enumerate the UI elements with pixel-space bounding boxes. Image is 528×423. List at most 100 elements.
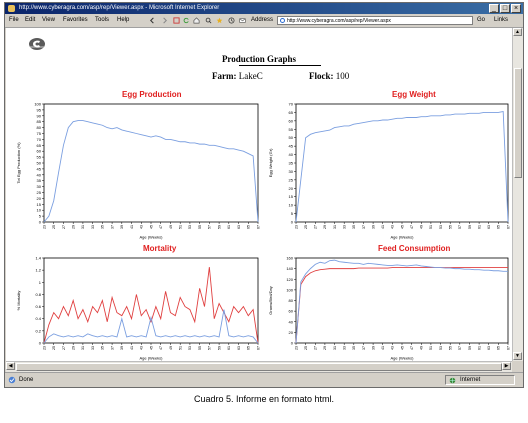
back-icon[interactable] bbox=[149, 17, 156, 24]
x-tick-label: 33 bbox=[91, 346, 95, 350]
y-tick-label: 35 bbox=[289, 161, 294, 166]
y-tick-label: 80 bbox=[37, 125, 42, 130]
vertical-scroll-thumb[interactable] bbox=[514, 68, 522, 178]
horizontal-scroll-thumb[interactable] bbox=[16, 363, 502, 371]
horizontal-scrollbar[interactable]: ◀ ▶ bbox=[6, 361, 512, 372]
address-bar[interactable]: http://www.cyberagra.com/asp/rep/Viewer.… bbox=[277, 16, 473, 25]
y-tick-label: 1 bbox=[39, 280, 42, 285]
close-button[interactable]: × bbox=[511, 4, 521, 13]
farm-value: LakeC bbox=[238, 71, 263, 81]
y-axis-label: Egg Weight (Gr) bbox=[268, 148, 273, 177]
x-tick-label: 57 bbox=[208, 225, 212, 229]
cyberagra-logo-icon bbox=[29, 38, 45, 50]
x-tick-label: 47 bbox=[410, 225, 414, 229]
x-tick-label: 47 bbox=[159, 346, 163, 350]
farm-info: Farm: LakeC bbox=[212, 71, 263, 81]
x-tick-label: 31 bbox=[81, 346, 85, 350]
home-icon[interactable] bbox=[193, 17, 200, 24]
x-tick-label: 41 bbox=[130, 346, 134, 350]
maximize-button[interactable]: □ bbox=[500, 4, 510, 13]
menu-file[interactable]: File bbox=[9, 14, 19, 27]
forward-icon[interactable] bbox=[161, 17, 168, 24]
x-tick-label: 27 bbox=[62, 225, 66, 229]
x-tick-label: 45 bbox=[149, 225, 153, 229]
y-tick-label: 100 bbox=[34, 102, 41, 107]
y-tick-label: 20 bbox=[289, 186, 294, 191]
y-tick-label: 0 bbox=[39, 341, 42, 346]
x-tick-label: 51 bbox=[178, 225, 182, 229]
menu-edit[interactable]: Edit bbox=[25, 14, 35, 27]
farm-label: Farm: bbox=[212, 71, 237, 81]
x-tick-label: 67 bbox=[506, 346, 510, 350]
toolbar: File Edit View Favorites Tools Help Addr… bbox=[5, 14, 523, 28]
chart-title-egg-weight: Egg Weight bbox=[392, 90, 436, 99]
x-tick-label: 47 bbox=[410, 346, 414, 350]
scroll-up-icon[interactable]: ▲ bbox=[513, 28, 522, 36]
scroll-right-icon[interactable]: ▶ bbox=[502, 362, 511, 370]
x-tick-label: 39 bbox=[371, 346, 375, 350]
x-tick-label: 49 bbox=[420, 225, 424, 229]
y-tick-label: 80 bbox=[289, 298, 294, 303]
zone-text: Internet bbox=[460, 377, 481, 383]
menu-view[interactable]: View bbox=[42, 14, 55, 27]
links-label[interactable]: Links bbox=[494, 14, 508, 27]
y-tick-label: 45 bbox=[289, 144, 294, 149]
x-tick-label: 41 bbox=[381, 225, 385, 229]
x-tick-label: 25 bbox=[304, 346, 308, 350]
history-icon[interactable] bbox=[228, 17, 235, 24]
y-tick-label: 45 bbox=[37, 166, 42, 171]
x-tick-label: 57 bbox=[208, 346, 212, 350]
y-tick-label: 0 bbox=[39, 220, 42, 225]
x-tick-label: 29 bbox=[323, 346, 327, 350]
y-tick-label: 10 bbox=[289, 203, 294, 208]
y-tick-label: 5 bbox=[291, 211, 294, 216]
scroll-down-icon[interactable]: ▼ bbox=[513, 352, 522, 360]
x-tick-label: 41 bbox=[130, 225, 134, 229]
x-axis-label: Age (Weeks) bbox=[139, 356, 163, 361]
minimize-button[interactable]: _ bbox=[489, 4, 499, 13]
y-tick-label: 25 bbox=[289, 177, 294, 182]
title-bar: http://www.cyberagra.com/asp/rep/Viewer.… bbox=[5, 3, 523, 14]
y-tick-label: 65 bbox=[37, 143, 42, 148]
refresh-icon[interactable] bbox=[183, 17, 190, 24]
menu-favorites[interactable]: Favorites bbox=[63, 14, 88, 27]
plot-area bbox=[295, 103, 509, 223]
y-tick-label: 25 bbox=[37, 190, 42, 195]
x-tick-label: 41 bbox=[381, 346, 385, 350]
y-tick-label: 10 bbox=[37, 208, 42, 213]
go-button[interactable]: Go bbox=[477, 14, 485, 27]
x-tick-label: 25 bbox=[304, 225, 308, 229]
y-tick-label: 85 bbox=[37, 119, 42, 124]
y-tick-label: 0 bbox=[291, 341, 294, 346]
x-tick-label: 25 bbox=[52, 225, 56, 229]
status-bar: Done Internet bbox=[5, 372, 523, 387]
y-tick-label: 40 bbox=[289, 319, 294, 324]
mail-icon[interactable] bbox=[239, 17, 246, 24]
x-tick-label: 33 bbox=[342, 225, 346, 229]
x-tick-label: 35 bbox=[352, 225, 356, 229]
menu-tools[interactable]: Tools bbox=[95, 14, 109, 27]
y-tick-label: 0.8 bbox=[35, 292, 41, 297]
favorites-icon[interactable] bbox=[216, 17, 223, 24]
x-tick-label: 65 bbox=[497, 346, 501, 350]
address-label: Address bbox=[251, 17, 274, 23]
window-title: http://www.cyberagra.com/asp/rep/Viewer.… bbox=[19, 5, 220, 11]
menu-help[interactable]: Help bbox=[117, 14, 129, 27]
scroll-left-icon[interactable]: ◀ bbox=[6, 362, 15, 370]
page-icon bbox=[280, 18, 285, 23]
x-tick-label: 63 bbox=[487, 346, 491, 350]
x-tick-label: 45 bbox=[149, 346, 153, 350]
x-tick-label: 53 bbox=[439, 346, 443, 350]
y-tick-label: 15 bbox=[37, 202, 42, 207]
y-tick-label: 35 bbox=[37, 178, 42, 183]
vertical-scrollbar[interactable]: ▲ ▼ bbox=[512, 28, 523, 361]
chart-title-mortality: Mortality bbox=[143, 244, 177, 253]
x-tick-label: 43 bbox=[140, 346, 144, 350]
x-tick-label: 53 bbox=[439, 225, 443, 229]
stop-icon[interactable] bbox=[173, 17, 180, 24]
x-tick-label: 67 bbox=[256, 346, 260, 350]
x-tick-label: 49 bbox=[420, 346, 424, 350]
search-icon[interactable] bbox=[205, 17, 212, 24]
y-axis-label: Grams/Bird/Day bbox=[268, 286, 273, 314]
y-tick-label: 20 bbox=[289, 330, 294, 335]
